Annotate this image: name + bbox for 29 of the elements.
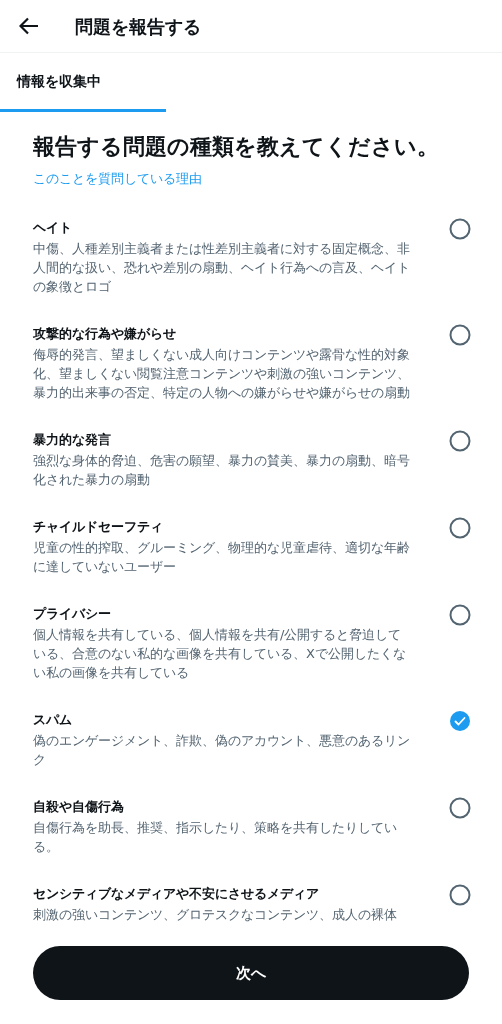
option-title: 暴力的な発言 bbox=[33, 431, 112, 449]
radio-button-icon[interactable] bbox=[449, 324, 471, 346]
option-description: 自傷行為を助長、推奨、指示したり、策略を共有したりしている。 bbox=[33, 819, 398, 856]
option-title: センシティブなメディアや不安にさせるメディア bbox=[33, 885, 320, 903]
radio-button-icon[interactable] bbox=[449, 218, 471, 240]
option-description: 児童の性的搾取、グルーミング、物理的な児童虐待、適切な年齢に達していないユーザー bbox=[33, 539, 411, 576]
next-button[interactable]: 次へ bbox=[33, 946, 469, 1000]
step-label: 情報を収集中 bbox=[17, 71, 101, 91]
radio-button-icon[interactable] bbox=[449, 884, 471, 906]
radio-button-icon[interactable] bbox=[449, 604, 471, 626]
option-description: 強烈な身体的脅迫、危害の願望、暴力の賛美、暴力の扇動、暗号化された暴力の扇動 bbox=[33, 452, 411, 489]
option-description: 中傷、人種差別主義者または性差別主義者に対する固定概念、非人間的な扱い、恐れや差別の扇動、ヘイト行為への言及、ヘイトの象徴とロゴ bbox=[33, 240, 411, 296]
radio-button-icon[interactable] bbox=[449, 430, 471, 452]
page-title: 問題を報告する bbox=[75, 14, 201, 39]
option-description: 侮辱的発言、望ましくない成人向けコンテンツや露骨な性的対象化、望ましくない閲覧注意コンテンツや刺激の強いコンテンツ、暴力的出来事の否定、特定の人物への嫌がらせや嫌がらせの扇動 bbox=[33, 346, 411, 402]
option-title: スパム bbox=[33, 711, 73, 729]
option-title: ヘイト bbox=[33, 219, 73, 237]
option-title: チャイルドセーフティ bbox=[33, 518, 164, 536]
radio-button-icon[interactable] bbox=[449, 797, 471, 819]
option-title: 攻撃的な行為や嫌がらせ bbox=[33, 325, 177, 343]
option-title: 自殺や自傷行為 bbox=[33, 798, 125, 816]
option-description: 偽のエンゲージメント、詐欺、偽のアカウント、悪意のあるリンク bbox=[33, 732, 411, 769]
option-description: 個人情報を共有している、個人情報を共有/公開すると脅迫している、合意のない私的な画像を共有している、Xで公開したくない私の画像を共有している bbox=[33, 626, 407, 682]
option-description: 刺激の強いコンテンツ、グロテスクなコンテンツ、成人の裸体 bbox=[33, 906, 398, 922]
back-arrow-icon[interactable] bbox=[19, 17, 39, 35]
radio-checked-icon[interactable] bbox=[449, 710, 471, 732]
question-heading: 報告する問題の種類を教えてください。 bbox=[33, 133, 440, 161]
option-title: プライバシー bbox=[33, 605, 112, 623]
radio-button-icon[interactable] bbox=[449, 517, 471, 539]
